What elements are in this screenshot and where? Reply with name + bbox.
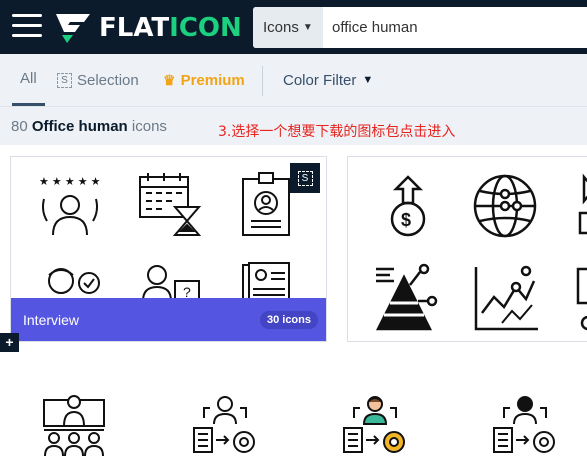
tab-divider [262, 66, 263, 96]
tab-selection[interactable]: S Selection [57, 54, 139, 106]
crown-icon: ♛ [163, 71, 176, 88]
person-process-gear-lines-icon[interactable] [490, 394, 560, 458]
svg-text:$: $ [401, 210, 411, 230]
caret-down-icon: ▼ [302, 22, 313, 33]
logo-text: FLATICON [99, 13, 242, 43]
partial-icon [578, 173, 587, 235]
calendar-hourglass-icon [139, 173, 202, 236]
meeting-presentation-icon[interactable] [40, 394, 108, 458]
pyramid-chart-icon [375, 263, 438, 331]
tutorial-annotation: 3.选择一个想要下载的图标包点击进入 [218, 124, 456, 140]
icon-pack-card-2[interactable]: $ [347, 156, 587, 342]
logo-mark-icon [56, 14, 90, 43]
person-process-gear-color-icon[interactable] [340, 394, 410, 458]
money-growth-icon: $ [390, 175, 426, 237]
results-summary: 80 Office human icons 3.选择一个想要下载的图标包点击进入 [0, 107, 587, 145]
color-filter-dropdown[interactable]: Color Filter ▼ [283, 54, 373, 106]
selection-icon: S [57, 72, 72, 88]
search-bar: Icons ▼ [253, 7, 587, 48]
pack-title: Interview [23, 312, 80, 328]
selection-icon: S [297, 170, 313, 186]
person-process-gear-icon[interactable] [190, 394, 260, 458]
checkmark-person-icon [48, 268, 100, 294]
tab-premium[interactable]: ♛ Premium [163, 54, 245, 106]
tab-all[interactable]: All [12, 54, 45, 106]
line-growth-chart-icon [474, 265, 538, 331]
search-type-dropdown[interactable]: Icons ▼ [253, 7, 323, 48]
results-count: 80 Office human icons [11, 118, 167, 135]
filter-tabs: All S Selection ♛ Premium Color Filter ▼ [0, 54, 587, 107]
hamburger-menu-icon[interactable] [12, 14, 42, 38]
top-header: FLATICON Icons ▼ [0, 0, 587, 54]
flaticon-logo[interactable]: FLATICON [53, 10, 242, 46]
globe-network-icon [473, 174, 537, 238]
partial-icon-2 [576, 267, 587, 331]
resume-document-icon [242, 262, 290, 301]
icon-pack-card[interactable]: ★ ★ ★ ★ ★ ? S Interview 30 icons [10, 156, 327, 342]
question-person-icon: ? [142, 265, 200, 301]
caret-down-icon: ▼ [362, 74, 374, 86]
plus-icon[interactable]: + [0, 333, 19, 352]
pack-count-badge: 30 icons [259, 311, 318, 329]
add-to-selection-button[interactable]: S [290, 163, 320, 193]
pack-footer: Interview 30 icons [11, 298, 326, 341]
svg-text:★ ★ ★ ★ ★: ★ ★ ★ ★ ★ [39, 176, 101, 188]
search-input[interactable] [323, 7, 573, 48]
star-rating-person-icon: ★ ★ ★ ★ ★ [39, 176, 101, 236]
